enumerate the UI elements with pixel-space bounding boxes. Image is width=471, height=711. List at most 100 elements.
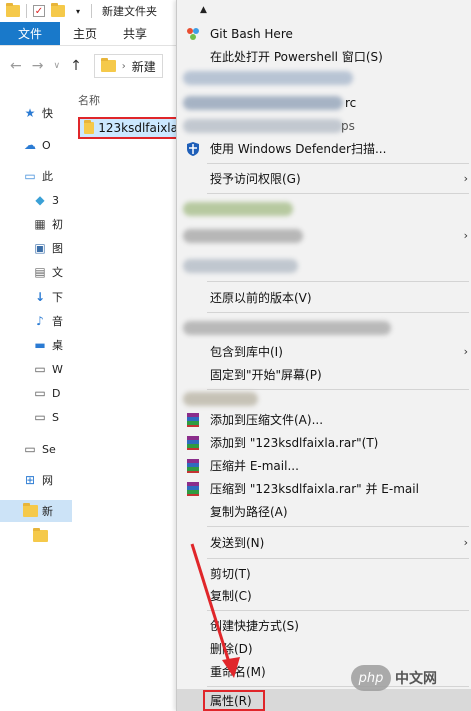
nav-item-new-folder[interactable]: 新 [0, 500, 72, 522]
nav-item-label: Se [42, 442, 56, 456]
menu-item-label: rc [345, 95, 357, 110]
properties-check-icon[interactable]: ✓ [33, 5, 45, 17]
chevron-right-icon: › [463, 345, 468, 358]
nav-item-videos[interactable]: ▦ 初 [32, 213, 104, 235]
winrar-icon [185, 412, 201, 428]
menu-item-create-shortcut[interactable]: 创建快捷方式(S) [177, 614, 471, 637]
nav-item-label: 图 [52, 242, 63, 255]
menu-item-label: 删除(D) [210, 642, 253, 656]
redacted-content [183, 391, 258, 406]
menu-item-defender-scan[interactable]: 使用 Windows Defender扫描... [177, 137, 471, 160]
column-header-name[interactable]: 名称 [78, 92, 100, 108]
nav-item-drive-d[interactable]: ▭ D [32, 382, 104, 404]
tab-home[interactable]: 主页 [60, 22, 110, 45]
nav-item-pictures[interactable]: ▣ 图 [32, 237, 104, 259]
menu-item-copy[interactable]: 复制(C) [177, 584, 471, 607]
divider [91, 4, 92, 18]
menu-item-label: 复制为路径(A) [210, 505, 288, 519]
menu-item-add-to-rar[interactable]: 添加到 "123ksdlfaixla.rar"(T) [177, 431, 471, 454]
nav-item-label: 网 [42, 474, 53, 487]
menu-item-delete[interactable]: 删除(D) [177, 637, 471, 660]
nav-item-music[interactable]: ♪ 音 [32, 310, 104, 332]
menu-item-obscured[interactable] [177, 316, 471, 339]
up-arrow-icon[interactable]: ↑ [70, 58, 82, 74]
git-icon [185, 26, 201, 42]
tab-share[interactable]: 共享 [110, 22, 160, 45]
menu-item-obscured[interactable] [177, 254, 471, 277]
nav-item-3d-objects[interactable]: ◆ 3 [32, 189, 104, 211]
menu-item-copy-as-path[interactable]: 复制为路径(A) [177, 500, 471, 523]
menu-item-add-to-archive[interactable]: 添加到压缩文件(A)... [177, 408, 471, 431]
nav-item-drive-s[interactable]: ▭ S [32, 406, 104, 428]
nav-item-desktop[interactable]: ▬ 桌 [32, 334, 104, 356]
breadcrumb-separator-icon: › [121, 60, 126, 72]
menu-item-obscured[interactable]: › [177, 224, 471, 247]
menu-item-compress-email[interactable]: 压缩并 E-mail... [177, 454, 471, 477]
menu-item-properties[interactable]: 属性(R) [177, 689, 471, 711]
redacted-content [183, 70, 353, 85]
back-arrow-icon[interactable]: ← [10, 58, 22, 74]
address-field[interactable]: › 新建 [93, 54, 163, 78]
menu-divider [207, 610, 469, 611]
menu-divider [207, 281, 469, 282]
menu-item-grant-access[interactable]: 授予访问权限(G) › [177, 167, 471, 190]
menu-item-obscured[interactable] [177, 197, 471, 220]
file-name: 123ksdlfaixla [98, 121, 178, 135]
folder-icon[interactable] [6, 3, 20, 18]
menu-item-compress-rar-email[interactable]: 压缩到 "123ksdlfaixla.rar" 并 E-mail [177, 477, 471, 500]
nav-item-this-pc[interactable]: ▭ 此 [22, 165, 94, 187]
menu-item-label: 使用 Windows Defender扫描... [210, 142, 387, 156]
menu-item-obscured[interactable] [177, 387, 471, 410]
menu-item-git-bash[interactable]: Git Bash Here [177, 22, 471, 45]
menu-item-cut[interactable]: 剪切(T) [177, 562, 471, 585]
menu-item-obscured[interactable]: rc [177, 91, 471, 114]
menu-item-label: 压缩到 "123ksdlfaixla.rar" 并 E-mail [210, 482, 419, 496]
chevron-right-icon: › [463, 229, 468, 242]
menu-item-send-to[interactable]: 发送到(N) › [177, 531, 471, 554]
cloud-icon: ☁ [24, 138, 36, 152]
menu-divider [207, 193, 469, 194]
download-icon: ↓ [34, 290, 46, 304]
nav-item-documents[interactable]: ▤ 文 [32, 261, 104, 283]
file-row[interactable]: 123ksdlfaixla [78, 117, 180, 139]
nav-item-label: 新 [42, 505, 53, 518]
forward-arrow-icon[interactable]: → [32, 58, 44, 74]
scroll-up-icon[interactable]: ▲ [200, 5, 207, 15]
redacted-content [183, 95, 343, 110]
menu-item-label: 还原以前的版本(V) [210, 291, 312, 305]
recent-chevron-icon[interactable]: ∨ [53, 61, 60, 71]
nav-item-drive-se[interactable]: ▭ Se [22, 438, 94, 460]
cube-icon: ◆ [35, 193, 45, 207]
menu-item-obscured[interactable]: ps [177, 114, 471, 137]
nav-item-label: 文 [52, 266, 63, 279]
menu-item-label: 重命名(M) [210, 665, 266, 679]
breadcrumb[interactable]: 新建 [132, 58, 156, 75]
nav-item-subfolder[interactable] [32, 525, 104, 547]
folder-icon [22, 503, 38, 519]
menu-item-restore-versions[interactable]: 还原以前的版本(V) [177, 286, 471, 309]
menu-item-label: 属性(R) [210, 693, 252, 708]
menu-item-include-library[interactable]: 包含到库中(I) › [177, 340, 471, 363]
address-bar: ← → ∨ ↑ › 新建 [0, 46, 200, 86]
menu-item-label: 创建快捷方式(S) [210, 619, 299, 633]
menu-item-label: 复制(C) [210, 589, 252, 603]
menu-item-open-powershell[interactable]: 在此处打开 Powershell 窗口(S) [177, 45, 471, 68]
window-title: 新建文件夹 [102, 5, 157, 18]
menu-item-obscured[interactable] [177, 66, 471, 89]
nav-item-label: W [52, 362, 63, 376]
chevron-down-icon[interactable]: ▾ [71, 4, 85, 18]
menu-item-label: 固定到"开始"屏幕(P) [210, 368, 322, 382]
menu-divider [207, 558, 469, 559]
nav-item-downloads[interactable]: ↓ 下 [32, 286, 104, 308]
menu-item-pin-start[interactable]: 固定到"开始"屏幕(P) [177, 363, 471, 386]
nav-item-drive-w[interactable]: ▭ W [32, 358, 104, 380]
shield-icon [185, 141, 201, 157]
menu-item-label: 剪切(T) [210, 567, 251, 581]
nav-item-network[interactable]: ⊞ 网 [22, 469, 94, 491]
tab-file[interactable]: 文件 [0, 22, 61, 45]
menu-divider [207, 312, 469, 313]
new-folder-icon[interactable] [51, 3, 65, 18]
nav-item-label: S [52, 410, 59, 424]
folder-icon [100, 58, 116, 72]
redacted-content [183, 201, 293, 216]
